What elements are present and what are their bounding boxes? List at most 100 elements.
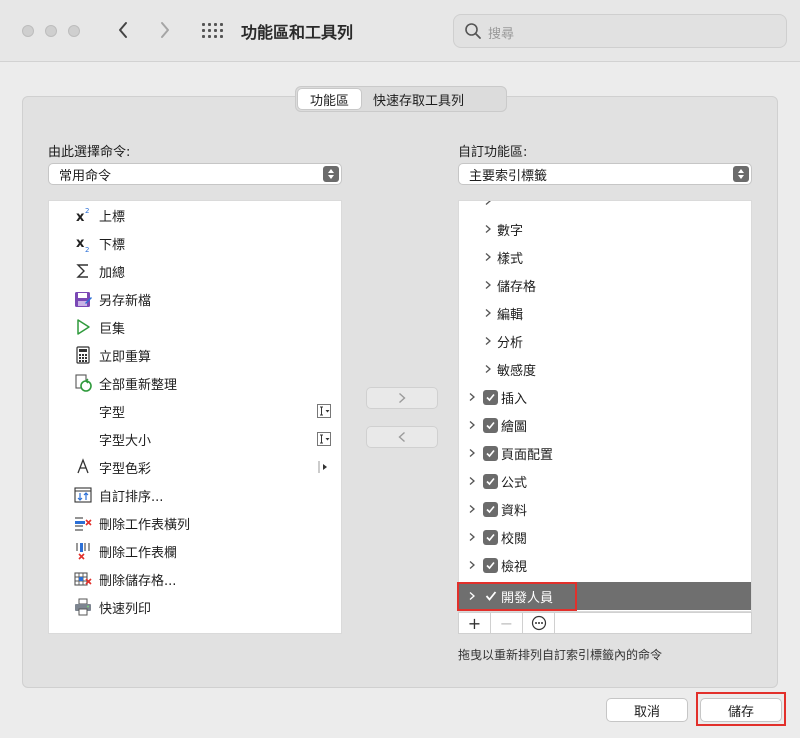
updown-arrows-icon bbox=[323, 166, 339, 182]
add-tab-button[interactable]: + bbox=[459, 613, 491, 633]
tree-item-view[interactable]: 檢視 bbox=[459, 551, 751, 579]
command-item-delete-cells[interactable]: 刪除儲存格... bbox=[49, 565, 341, 593]
window-title: 功能區和工具列 bbox=[241, 23, 354, 42]
chevron-right-icon bbox=[485, 337, 491, 345]
tree-item-cells[interactable]: 儲存格 bbox=[459, 271, 751, 299]
checkbox-checked[interactable] bbox=[483, 557, 498, 573]
tree-item-analysis[interactable]: 分析 bbox=[459, 327, 751, 355]
save-highlight-box bbox=[696, 692, 786, 726]
tree-item-clipped[interactable] bbox=[459, 201, 751, 215]
command-item-clipped[interactable]: abc bbox=[49, 621, 341, 634]
cancel-button[interactable]: 取消 bbox=[606, 698, 688, 722]
command-item-subscript[interactable]: x2 下標 bbox=[49, 229, 341, 257]
tree-item-label: 編輯 bbox=[497, 307, 524, 323]
tree-item-insert[interactable]: 插入 bbox=[459, 383, 751, 411]
commands-source-dropdown[interactable]: 常用命令 bbox=[48, 163, 342, 185]
command-item-delete-columns[interactable]: 刪除工作表欄 bbox=[49, 537, 341, 565]
command-item-delete-rows[interactable]: 刪除工作表橫列 bbox=[49, 509, 341, 537]
command-label: 刪除工作表橫列 bbox=[99, 517, 191, 533]
commands-source-value: 常用命令 bbox=[59, 168, 112, 184]
more-options-button[interactable] bbox=[523, 613, 555, 633]
svg-text:2: 2 bbox=[85, 246, 89, 253]
command-label: 刪除儲存格... bbox=[99, 573, 177, 589]
refresh-all-icon bbox=[73, 373, 93, 393]
checkmark-icon bbox=[486, 477, 495, 485]
ribbon-tabs-dropdown[interactable]: 主要索引標籤 bbox=[458, 163, 752, 185]
tree-item-editing[interactable]: 編輯 bbox=[459, 299, 751, 327]
tree-item-label: 頁面配置 bbox=[501, 447, 554, 463]
tree-item-label: 檢視 bbox=[501, 559, 528, 575]
zoom-window-button[interactable] bbox=[68, 25, 80, 37]
tree-item-sensitivity[interactable]: 敏感度 bbox=[459, 355, 751, 383]
combo-icon bbox=[317, 404, 331, 418]
tree-item-review[interactable]: 校閱 bbox=[459, 523, 751, 551]
tree-item-data[interactable]: 資料 bbox=[459, 495, 751, 523]
combo-icon bbox=[317, 432, 331, 446]
chevron-right-icon bbox=[161, 22, 169, 38]
chevron-right-icon bbox=[469, 561, 475, 569]
checkbox-checked[interactable] bbox=[483, 389, 498, 405]
tree-item-label: 公式 bbox=[501, 475, 528, 491]
forward-button[interactable] bbox=[150, 14, 180, 46]
svg-text:2: 2 bbox=[85, 207, 89, 215]
ribbon-tree[interactable]: 數字 樣式 儲存格 編輯 分析 敏感度 插入 繪圖 頁面配置 公式 資料 校閱 … bbox=[458, 200, 752, 612]
checkmark-icon bbox=[486, 449, 495, 457]
ribbon-tabs-value: 主要索引標籤 bbox=[469, 168, 548, 184]
tree-item-formulas[interactable]: 公式 bbox=[459, 467, 751, 495]
close-window-button[interactable] bbox=[22, 25, 34, 37]
tree-item-page-layout[interactable]: 頁面配置 bbox=[459, 439, 751, 467]
add-command-button[interactable] bbox=[366, 387, 438, 409]
command-item-macro[interactable]: 巨集 bbox=[49, 313, 341, 341]
checkmark-icon bbox=[486, 421, 495, 429]
chevron-right-icon bbox=[485, 225, 491, 233]
command-label: 立即重算 bbox=[99, 349, 152, 365]
save-as-icon bbox=[73, 289, 93, 309]
chevron-right-icon bbox=[469, 533, 475, 541]
search-field[interactable]: 搜尋 bbox=[453, 14, 787, 48]
chevron-right-icon bbox=[485, 253, 491, 261]
checkmark-icon bbox=[486, 393, 495, 401]
font-color-icon bbox=[73, 457, 93, 477]
tree-item-label: 儲存格 bbox=[497, 279, 537, 295]
command-item-custom-sort[interactable]: 自訂排序... bbox=[49, 481, 341, 509]
more-circle-icon bbox=[531, 615, 546, 631]
command-item-quick-print[interactable]: 快速列印 bbox=[49, 593, 341, 621]
remove-command-button[interactable] bbox=[366, 426, 438, 448]
command-label: 字型色彩 bbox=[99, 461, 152, 477]
commands-list[interactable]: x2 上標 x2 下標 加總 另存新檔 巨集 立即重算 全部重新整理 字型 字型… bbox=[48, 200, 342, 634]
command-label: 自訂排序... bbox=[99, 489, 164, 505]
tab-quick-access-toolbar[interactable]: 快速存取工具列 bbox=[361, 89, 476, 109]
remove-tab-button[interactable]: − bbox=[491, 613, 523, 633]
drag-hint-text: 拖曳以重新排列自訂索引標籤內的命令 bbox=[458, 648, 663, 662]
checkbox-checked[interactable] bbox=[483, 445, 498, 461]
tab-ribbon[interactable]: 功能區 bbox=[298, 89, 362, 109]
checkbox-checked[interactable] bbox=[483, 473, 498, 489]
minimize-window-button[interactable] bbox=[45, 25, 57, 37]
macro-play-icon bbox=[73, 317, 93, 337]
command-item-save-as[interactable]: 另存新檔 bbox=[49, 285, 341, 313]
chevron-right-icon bbox=[485, 281, 491, 289]
command-item-font-color[interactable]: 字型色彩 bbox=[49, 453, 341, 481]
checkbox-checked[interactable] bbox=[483, 501, 498, 517]
checkbox-checked[interactable] bbox=[483, 417, 498, 433]
title-bar: 功能區和工具列 搜尋 bbox=[0, 0, 800, 62]
command-item-font[interactable]: 字型 bbox=[49, 397, 341, 425]
command-item-font-size[interactable]: 字型大小 bbox=[49, 425, 341, 453]
tree-toolbar: + − bbox=[458, 612, 752, 634]
checkbox-checked[interactable] bbox=[483, 529, 498, 545]
chevron-right-icon bbox=[485, 365, 491, 373]
tree-item-label: 校閱 bbox=[501, 531, 528, 547]
command-item-calculate-now[interactable]: 立即重算 bbox=[49, 341, 341, 369]
tree-item-draw[interactable]: 繪圖 bbox=[459, 411, 751, 439]
command-item-refresh-all[interactable]: 全部重新整理 bbox=[49, 369, 341, 397]
tree-item-styles[interactable]: 樣式 bbox=[459, 243, 751, 271]
command-label: 加總 bbox=[99, 265, 126, 281]
show-all-grid-icon[interactable] bbox=[202, 23, 223, 39]
tree-item-number[interactable]: 數字 bbox=[459, 215, 751, 243]
command-item-sum[interactable]: 加總 bbox=[49, 257, 341, 285]
command-item-superscript[interactable]: x2 上標 bbox=[49, 201, 341, 229]
checkmark-icon bbox=[486, 505, 495, 513]
back-button[interactable] bbox=[108, 14, 138, 46]
search-placeholder: 搜尋 bbox=[488, 27, 515, 42]
svg-text:abc: abc bbox=[74, 632, 88, 634]
